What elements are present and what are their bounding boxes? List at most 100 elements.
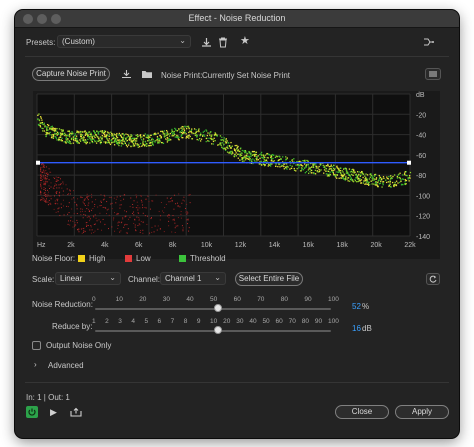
loop-icon[interactable] <box>70 407 82 419</box>
close-button[interactable]: Close <box>335 405 389 419</box>
noise-reduction-knob[interactable] <box>213 304 222 312</box>
hz-tick-label: 18k <box>337 242 349 249</box>
noise-reduction-tick: 20 <box>139 296 147 303</box>
chevron-right-icon[interactable]: › <box>34 360 37 369</box>
divider <box>25 382 449 383</box>
favorite-star-icon[interactable]: ★ <box>240 36 250 47</box>
divider <box>25 56 449 57</box>
window-title: Effect - Noise Reduction <box>188 13 286 23</box>
presets-value: (Custom) <box>62 37 95 46</box>
hz-tick-label: 14k <box>269 242 281 249</box>
reduce-by-tick: 50 <box>262 318 270 325</box>
db-tick-label: -60 <box>416 153 426 160</box>
reduce-by-tick: 80 <box>301 318 309 325</box>
noise-reduction-tick: 40 <box>186 296 194 303</box>
reduce-by-tick: 8 <box>183 318 188 325</box>
presets-label: Presets: <box>26 38 56 47</box>
power-icon[interactable] <box>26 406 38 418</box>
reduce-by-tick: 9 <box>196 318 201 325</box>
noise-reduction-label: Noise Reduction: <box>32 300 93 309</box>
reduce-by-label: Reduce by: <box>52 322 93 331</box>
reduce-by-tick: 20 <box>223 318 231 325</box>
advanced-toggle[interactable]: Advanced <box>48 361 84 370</box>
noise-graph[interactable]: dB -20 -40 -60 -80 -100 -120 -140 Hz 2k 4k 6k 8k 10k 1… <box>33 91 440 259</box>
db-tick-label: -20 <box>416 112 426 119</box>
channel-dropdown[interactable]: Channel 1 ⌄ <box>160 272 226 285</box>
hz-tick-label: Hz <box>37 242 46 249</box>
noise-reduction-track[interactable] <box>95 308 331 310</box>
reduce-by-tick: 100 <box>328 318 339 325</box>
graph-menu-button[interactable] <box>425 68 441 80</box>
noise-reduction-tick: 60 <box>233 296 241 303</box>
noise-reduction-tick: 10 <box>115 296 123 303</box>
reduce-by-tick: 2 <box>105 318 109 325</box>
noise-reduction-tick: 50 <box>210 296 218 303</box>
hz-tick-label: 4k <box>101 242 109 249</box>
curve-handle-left[interactable] <box>36 160 40 165</box>
reduce-by-ticks: 1 2 3 4 5 6 7 8 9 10 20 30 40 50 60 70 80 90 100 <box>92 318 339 328</box>
noise-reduction-dialog: Effect - Noise Reduction Presets: (Custo… <box>15 10 459 438</box>
noise-reduction-tick: 30 <box>162 296 171 303</box>
noise-reduction-tick: 100 <box>328 296 339 303</box>
reduce-by-unit: dB <box>362 324 372 333</box>
download-preset-icon[interactable] <box>201 37 212 51</box>
curve-handle-right[interactable] <box>407 160 411 165</box>
reduce-by-tick: 5 <box>144 318 149 325</box>
db-tick-label: -100 <box>416 193 430 200</box>
noise-reduction-value[interactable]: 52 <box>352 302 361 311</box>
folder-icon[interactable] <box>141 69 153 82</box>
hz-tick-label: 8k <box>169 242 177 249</box>
reduce-by-tick: 60 <box>275 318 283 325</box>
apply-button[interactable]: Apply <box>395 405 449 419</box>
hz-tick-label: 6k <box>135 242 143 249</box>
reset-icon[interactable] <box>426 273 440 285</box>
noise-reduction-tick: 90 <box>304 296 312 303</box>
reduce-by-tick: 1 <box>92 318 96 325</box>
hz-tick-label: 12k <box>235 242 247 249</box>
legend-threshold-label: Threshold <box>190 254 226 263</box>
chevron-down-icon: ⌄ <box>214 273 221 282</box>
channel-label: Channel: <box>128 275 161 284</box>
capture-noise-print-button[interactable]: Capture Noise Print <box>32 67 110 81</box>
legend-low-label: Low <box>136 254 151 263</box>
hz-tick-label: 16k <box>303 242 315 249</box>
output-noise-only-checkbox[interactable] <box>32 341 41 350</box>
scale-value: Linear <box>60 274 83 283</box>
scale-label: Scale: <box>32 275 55 284</box>
reduce-by-knob[interactable] <box>213 326 222 334</box>
reduce-by-tick: 90 <box>314 318 323 325</box>
threshold-swatch <box>179 255 186 262</box>
reduce-by-tick: 30 <box>236 318 244 325</box>
delete-preset-icon[interactable] <box>218 37 228 51</box>
reduce-by-tick: 6 <box>157 318 162 325</box>
reduce-by-tick: 70 <box>288 318 296 325</box>
play-icon[interactable]: ▶ <box>50 407 57 418</box>
reduce-by-tick: 3 <box>118 318 122 325</box>
hz-tick-label: 22k <box>404 242 416 249</box>
select-entire-file-button[interactable]: Select Entire File <box>235 272 303 286</box>
chevron-down-icon: ⌄ <box>109 273 116 282</box>
reduce-by-tick: 10 <box>210 318 218 325</box>
reduce-by-tick: 7 <box>170 318 175 325</box>
db-tick-label: -40 <box>416 133 426 140</box>
low-swatch <box>125 255 132 262</box>
reduce-by-value[interactable]: 16 <box>352 324 361 333</box>
chevron-down-icon: ⌄ <box>179 36 186 45</box>
channel-value: Channel 1 <box>165 274 202 283</box>
scale-dropdown[interactable]: Linear ⌄ <box>55 272 121 285</box>
routing-icon[interactable] <box>423 37 434 50</box>
load-noise-print-icon[interactable] <box>121 69 132 82</box>
reduce-by-track[interactable] <box>95 330 331 332</box>
output-noise-only-label: Output Noise Only <box>46 341 112 350</box>
reduce-by-tick: 4 <box>131 318 135 325</box>
hz-tick-label: 2k <box>67 242 75 249</box>
title-bar: Effect - Noise Reduction <box>15 10 459 28</box>
high-swatch <box>78 255 85 262</box>
noise-reduction-tick: 0 <box>92 296 96 303</box>
noise-graph-panel[interactable]: dB -20 -40 -60 -80 -100 -120 -140 Hz 2k 4k 6k 8k 10k 1… <box>33 91 440 259</box>
db-tick-label: -80 <box>416 173 426 180</box>
db-tick-label: -140 <box>416 234 430 241</box>
presets-dropdown[interactable]: (Custom) ⌄ <box>57 35 191 48</box>
noise-reduction-tick: 70 <box>257 296 265 303</box>
noise-reduction-ticks: 0 10 20 30 40 50 60 70 80 90 100 <box>92 296 339 306</box>
